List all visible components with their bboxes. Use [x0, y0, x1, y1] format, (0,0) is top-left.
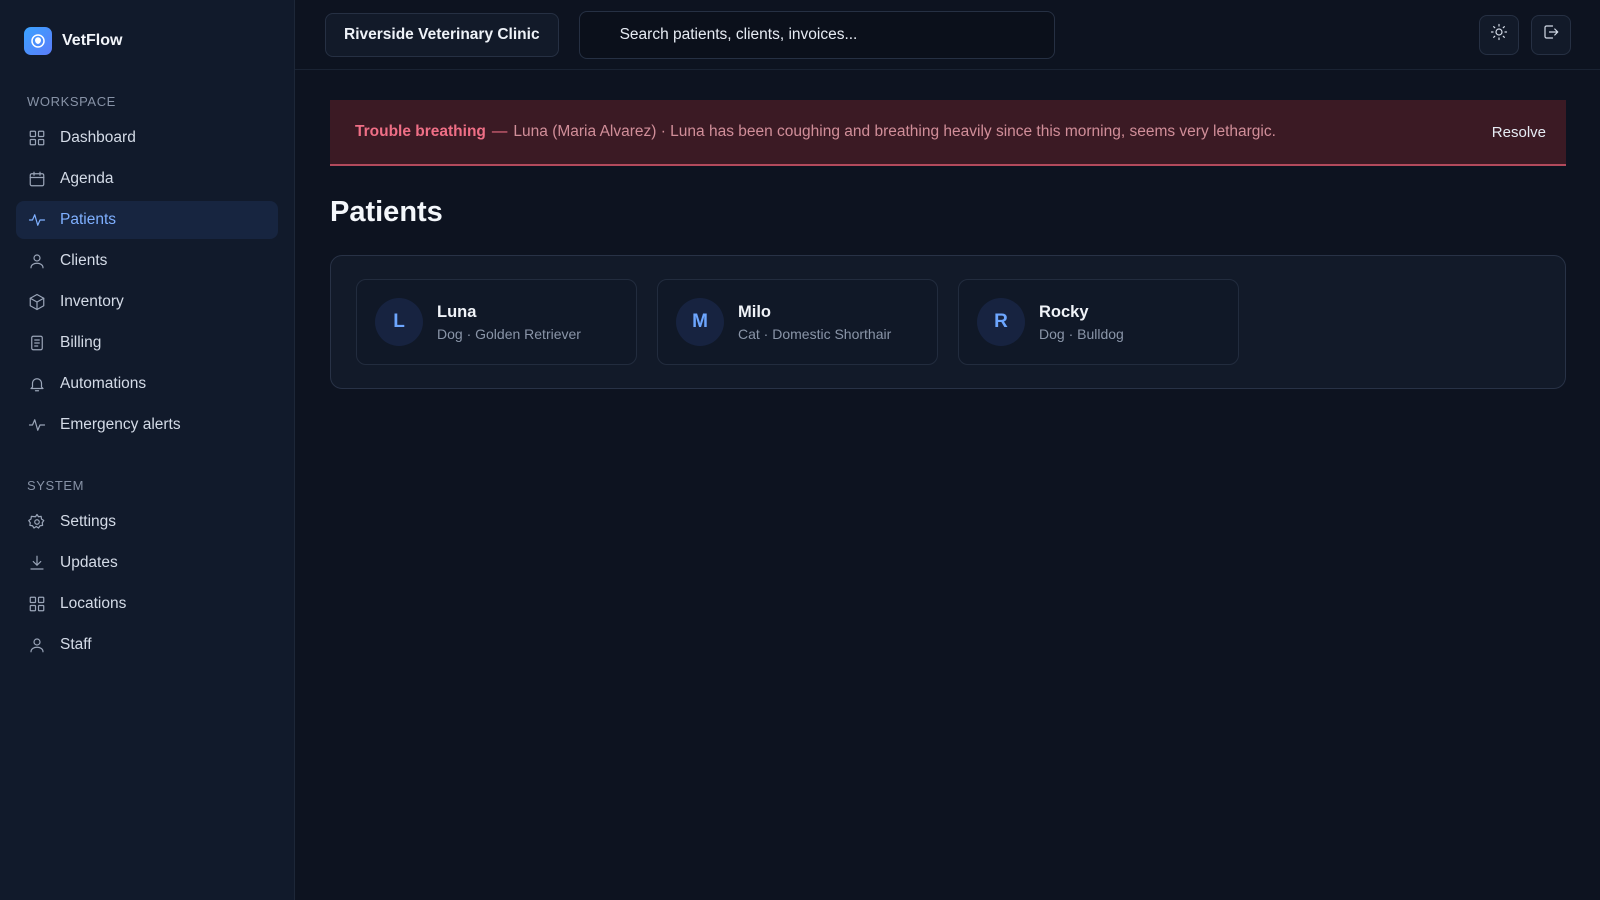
search-input[interactable] [619, 25, 1054, 44]
grid-icon [27, 594, 47, 614]
sidebar-item-inventory[interactable]: Inventory [16, 283, 278, 321]
sidebar-item-dashboard[interactable]: Dashboard [16, 119, 278, 157]
patient-species-breed: Dog · Golden Retriever [437, 325, 581, 342]
sun-icon [1490, 23, 1508, 46]
sidebar-item-label: Billing [60, 334, 102, 351]
gear-icon [27, 512, 47, 532]
sidebar-item-label: Staff [60, 636, 92, 653]
logout-icon [1542, 23, 1560, 46]
avatar: L [375, 298, 423, 346]
sidebar-item-agenda[interactable]: Agenda [16, 160, 278, 198]
logout-button[interactable] [1531, 14, 1571, 55]
patient-name: Milo [738, 302, 771, 321]
patient-name: Luna [437, 302, 477, 321]
sidebar-item-label: Dashboard [60, 129, 136, 146]
patient-card-rocky[interactable]: R Rocky Dog · Bulldog [958, 279, 1239, 365]
topbar: Riverside Veterinary Clinic [295, 0, 1600, 70]
sidebar-item-patients[interactable]: Patients [16, 201, 278, 239]
sidebar-item-label: Clients [60, 252, 108, 269]
patient-card-milo[interactable]: M Milo Cat · Domestic Shorthair [657, 279, 938, 365]
sidebar-item-settings[interactable]: Settings [16, 503, 278, 541]
sidebar-item-label: Patients [60, 211, 117, 228]
emergency-alert-banner: Trouble breathing — Luna (Maria Alvarez)… [330, 100, 1566, 166]
document-icon [27, 333, 47, 353]
system-section-label: SYSTEM [27, 478, 85, 493]
clinic-switcher-button[interactable]: Riverside Veterinary Clinic [325, 12, 559, 57]
patient-name: Rocky [1039, 302, 1089, 321]
alert-separator: — [491, 123, 508, 140]
vetflow-logo-icon [24, 27, 52, 55]
theme-toggle-button[interactable] [1479, 14, 1519, 55]
sidebar-item-label: Automations [60, 375, 147, 392]
sidebar-item-label: Settings [60, 513, 117, 530]
alert-message: Luna (Maria Alvarez) · Luna has been cou… [513, 123, 1276, 140]
sidebar-item-automations[interactable]: Automations [16, 365, 278, 403]
user-icon [27, 635, 47, 655]
patient-info: Luna Dog · Golden Retriever [437, 303, 581, 342]
sidebar-item-locations[interactable]: Locations [16, 585, 278, 623]
avatar: M [676, 298, 724, 346]
page-title: Patients [330, 196, 443, 228]
search-bar[interactable] [578, 10, 1055, 59]
sidebar-item-label: Emergency alerts [60, 416, 181, 433]
sidebar-item-clients[interactable]: Clients [16, 242, 278, 280]
content: Trouble breathing — Luna (Maria Alvarez)… [295, 70, 1600, 389]
sidebar-item-label: Updates [60, 554, 118, 571]
grid-icon [27, 128, 47, 148]
box-icon [27, 292, 47, 312]
sidebar-item-label: Agenda [60, 170, 114, 187]
top-actions [1479, 14, 1571, 55]
sidebar: VetFlow WORKSPACE Dashboard Agenda Patie… [0, 0, 295, 900]
main-area: Riverside Veterinary Clinic Trouble brea… [295, 0, 1600, 900]
patient-info: Rocky Dog · Bulldog [1039, 303, 1124, 342]
alert-title: Trouble breathing [355, 123, 486, 140]
activity-icon [27, 415, 47, 435]
sidebar-item-updates[interactable]: Updates [16, 544, 278, 582]
resolve-button[interactable]: Resolve [1490, 113, 1553, 151]
brand[interactable]: VetFlow [16, 26, 278, 56]
sidebar-item-label: Inventory [60, 293, 124, 310]
patient-species-breed: Dog · Bulldog [1039, 325, 1124, 342]
activity-icon [27, 210, 47, 230]
patient-info: Milo Cat · Domestic Shorthair [738, 303, 891, 342]
brand-name: VetFlow [62, 32, 123, 49]
patient-card-luna[interactable]: L Luna Dog · Golden Retriever [356, 279, 637, 365]
download-icon [27, 553, 47, 573]
bell-icon [27, 374, 47, 394]
calendar-icon [27, 169, 47, 189]
sidebar-item-label: Locations [60, 595, 127, 612]
sidebar-item-billing[interactable]: Billing [16, 324, 278, 362]
sidebar-item-emergency-alerts[interactable]: Emergency alerts [16, 406, 278, 444]
workspace-section-label: WORKSPACE [27, 94, 116, 109]
patients-list: L Luna Dog · Golden Retriever M Milo Cat… [330, 255, 1566, 389]
sidebar-item-staff[interactable]: Staff [16, 626, 278, 664]
patient-species-breed: Cat · Domestic Shorthair [738, 325, 892, 342]
user-icon [27, 251, 47, 271]
avatar: R [977, 298, 1025, 346]
